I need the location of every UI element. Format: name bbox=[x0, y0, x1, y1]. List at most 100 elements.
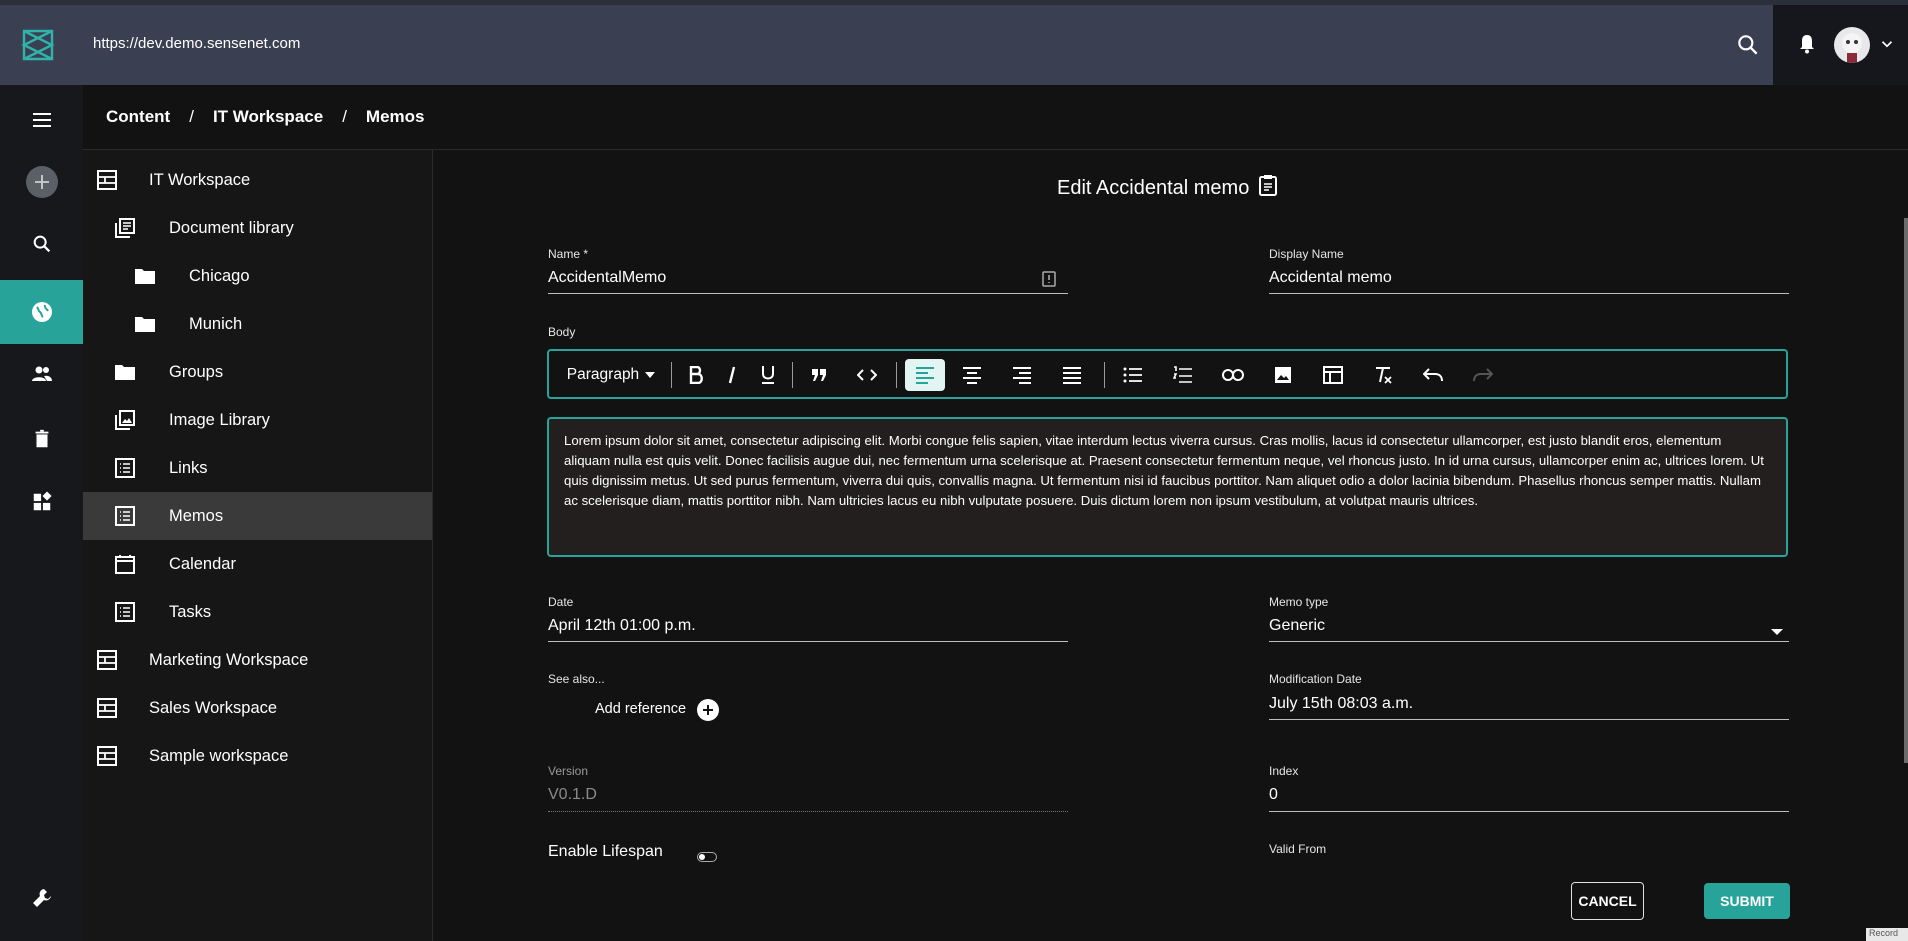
align-left-icon[interactable] bbox=[905, 359, 945, 391]
tree-item-document-library[interactable]: Document library bbox=[83, 204, 432, 252]
url-display: https://dev.demo.sensenet.com bbox=[93, 35, 301, 52]
italic-icon[interactable] bbox=[716, 359, 748, 391]
version-label: Version bbox=[548, 764, 589, 778]
name-field[interactable]: AccidentalMemo bbox=[548, 269, 666, 287]
tree-item-chicago[interactable]: Chicago bbox=[83, 252, 432, 300]
submit-button[interactable]: SUBMIT bbox=[1704, 883, 1790, 919]
display-name-field[interactable]: Accidental memo bbox=[1269, 269, 1392, 287]
workspace-icon bbox=[96, 169, 118, 191]
notification-bell-icon[interactable] bbox=[1795, 32, 1819, 56]
tree-item-calendar[interactable]: Calendar bbox=[83, 540, 432, 588]
bold-icon[interactable] bbox=[680, 359, 712, 391]
index-label: Index bbox=[1269, 764, 1299, 778]
align-center-icon[interactable] bbox=[955, 359, 989, 391]
name-info-icon[interactable] bbox=[1042, 271, 1056, 292]
tree-item-sample-workspace[interactable]: Sample workspace bbox=[83, 732, 432, 780]
folder-icon bbox=[114, 361, 136, 383]
breadcrumb-item-memos[interactable]: Memos bbox=[366, 107, 425, 127]
code-icon[interactable] bbox=[850, 359, 884, 391]
user-avatar[interactable] bbox=[1834, 27, 1870, 63]
dashboard-widgets-icon[interactable] bbox=[0, 470, 83, 534]
modification-date-label: Modification Date bbox=[1269, 672, 1362, 686]
see-also-label: See also... bbox=[548, 672, 605, 686]
cancel-button[interactable]: CANCEL bbox=[1571, 882, 1644, 920]
add-reference-button[interactable] bbox=[697, 699, 719, 721]
modification-date-underline bbox=[1269, 719, 1789, 720]
image-icon[interactable] bbox=[1266, 359, 1300, 391]
users-groups-icon[interactable] bbox=[0, 342, 83, 406]
body-editor[interactable]: Lorem ipsum dolor sit amet, consectetur … bbox=[547, 417, 1788, 557]
folder-icon bbox=[134, 313, 156, 335]
date-label: Date bbox=[548, 595, 574, 609]
tree-item-munich[interactable]: Munich bbox=[83, 300, 432, 348]
date-underline bbox=[548, 641, 1068, 642]
name-underline bbox=[548, 293, 1068, 294]
calendar-icon bbox=[114, 553, 136, 575]
date-field[interactable]: April 12th 01:00 p.m. bbox=[548, 617, 696, 635]
enable-lifespan-toggle[interactable] bbox=[697, 852, 717, 862]
blockquote-icon[interactable] bbox=[802, 359, 836, 391]
numbered-list-icon[interactable] bbox=[1166, 359, 1200, 391]
add-reference-label[interactable]: Add reference bbox=[595, 701, 686, 717]
paragraph-dropdown[interactable]: Paragraph bbox=[562, 359, 660, 391]
content-globe-icon[interactable] bbox=[0, 280, 83, 344]
bulleted-list-icon[interactable] bbox=[1116, 359, 1150, 391]
valid-from-label: Valid From bbox=[1269, 842, 1327, 856]
form-title: Edit Accidental memo bbox=[1057, 174, 1278, 202]
paragraph-dropdown-label: Paragraph bbox=[566, 366, 640, 383]
search-icon[interactable] bbox=[1735, 32, 1761, 58]
tree-item-groups[interactable]: Groups bbox=[83, 348, 432, 396]
add-content-button[interactable] bbox=[0, 150, 83, 214]
align-right-icon[interactable] bbox=[1005, 359, 1039, 391]
redo-icon[interactable] bbox=[1466, 359, 1500, 391]
breadcrumb-item-content[interactable]: Content bbox=[106, 107, 170, 127]
main-scrollbar[interactable] bbox=[1904, 218, 1908, 763]
memo-type-underline bbox=[1269, 641, 1789, 642]
breadcrumb-item-it-workspace[interactable]: IT Workspace bbox=[213, 107, 323, 127]
chevron-down-icon[interactable] bbox=[1878, 35, 1896, 53]
toolbar-separator bbox=[896, 362, 897, 388]
record-tag: Record bbox=[1866, 928, 1908, 941]
version-field: V0.1.D bbox=[548, 786, 597, 803]
tree-item-links[interactable]: Links bbox=[83, 444, 432, 492]
folder-icon bbox=[134, 265, 156, 287]
library-icon bbox=[114, 217, 136, 239]
left-nav-rail bbox=[0, 85, 83, 941]
tree-item-tasks[interactable]: Tasks bbox=[83, 588, 432, 636]
dropdown-arrow-icon bbox=[645, 372, 656, 378]
form-title-text: Edit Accidental memo bbox=[1057, 176, 1250, 199]
breadcrumb-separator: / bbox=[189, 107, 194, 126]
list-icon bbox=[114, 601, 136, 623]
tree-item-memos[interactable]: Memos bbox=[83, 492, 432, 540]
clipboard-icon bbox=[1259, 174, 1278, 202]
align-justify-icon[interactable] bbox=[1055, 359, 1089, 391]
user-bar bbox=[1773, 5, 1908, 85]
tree-item-image-library[interactable]: Image Library bbox=[83, 396, 432, 444]
table-icon[interactable] bbox=[1316, 359, 1350, 391]
clear-format-icon[interactable] bbox=[1366, 359, 1400, 391]
version-underline bbox=[548, 811, 1068, 812]
breadcrumb: Content / IT Workspace / Memos bbox=[83, 85, 1908, 150]
undo-icon[interactable] bbox=[1416, 359, 1450, 391]
menu-icon[interactable] bbox=[0, 88, 83, 152]
tree-item-marketing-workspace[interactable]: Marketing Workspace bbox=[83, 636, 432, 684]
workspace-icon bbox=[96, 649, 118, 671]
settings-wrench-icon[interactable] bbox=[0, 866, 83, 930]
underline-icon[interactable] bbox=[752, 359, 784, 391]
trash-icon[interactable] bbox=[0, 407, 83, 471]
tree-item-sales-workspace[interactable]: Sales Workspace bbox=[83, 684, 432, 732]
index-field[interactable]: 0 bbox=[1269, 786, 1278, 804]
rail-search-icon[interactable] bbox=[0, 212, 83, 276]
tree-item-it-workspace[interactable]: IT Workspace bbox=[83, 156, 432, 204]
toggle-knob bbox=[699, 854, 705, 860]
modification-date-field[interactable]: July 15th 08:03 a.m. bbox=[1269, 695, 1413, 713]
edit-form: Edit Accidental memo Name * AccidentalMe… bbox=[434, 150, 1908, 941]
link-icon[interactable] bbox=[1216, 359, 1250, 391]
list-icon bbox=[114, 505, 136, 527]
select-arrow-icon[interactable] bbox=[1771, 623, 1783, 635]
toolbar-separator bbox=[1104, 362, 1105, 388]
memo-type-label: Memo type bbox=[1269, 595, 1329, 609]
toolbar-separator bbox=[792, 362, 793, 388]
memo-type-select[interactable]: Generic bbox=[1269, 617, 1325, 635]
sensenet-logo-icon[interactable] bbox=[18, 25, 58, 65]
